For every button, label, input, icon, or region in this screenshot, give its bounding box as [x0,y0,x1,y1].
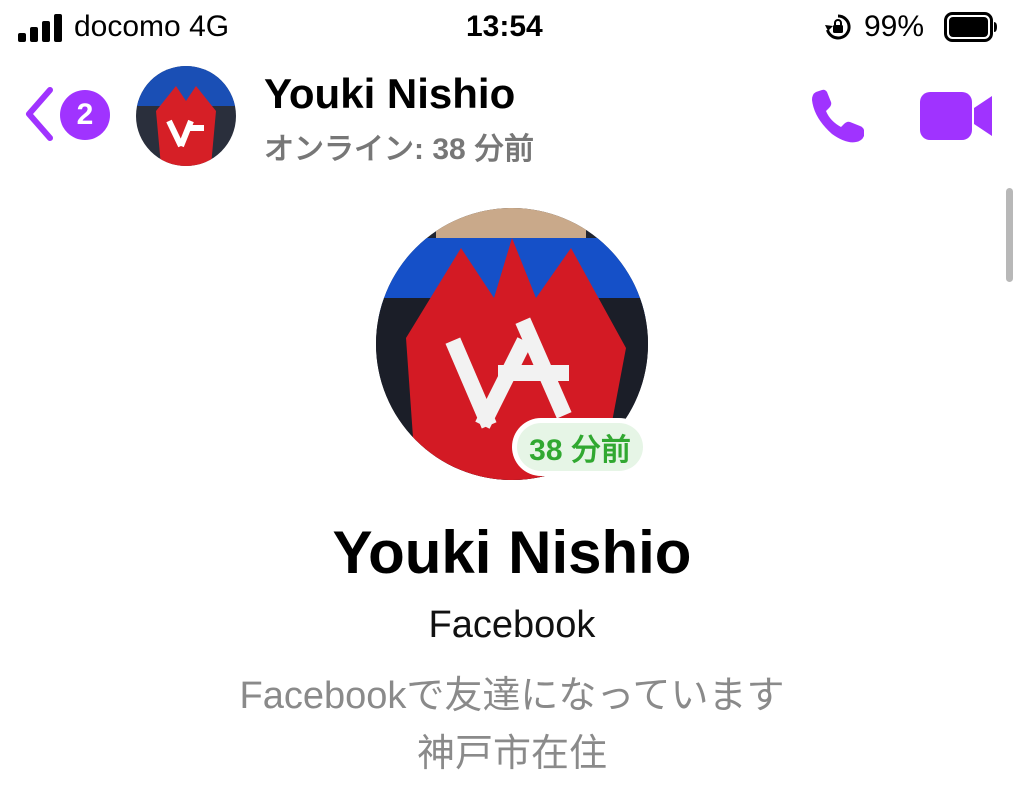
friend-status: Facebookで友達になっています [239,675,785,717]
status-bar: docomo 4G 13:54 99% [0,0,1024,58]
scrollbar[interactable] [1006,188,1013,282]
phone-icon[interactable] [806,84,870,148]
contact-avatar[interactable] [136,66,236,166]
signal-icon [18,14,64,42]
carrier-label: docomo 4G [74,10,230,43]
presence-status: オンライン: 38 分前 [264,133,535,166]
contact-name[interactable]: Youki Nishio [264,70,515,118]
battery-icon [944,12,997,42]
back-button[interactable]: 2 [22,84,112,146]
status-time: 13:54 [466,10,543,43]
battery-percent: 99% [864,10,925,43]
avatar-photo [136,66,236,166]
active-time-badge: 38 分前 [512,418,648,476]
unread-badge: 2 [60,90,110,140]
profile-location: 神戸市在住 [416,733,607,775]
video-camera-icon[interactable] [918,86,994,146]
back-chevron-icon [26,87,53,141]
active-time-label: 38 分前 [517,423,643,471]
profile-name: Youki Nishio [332,519,692,586]
orientation-lock-icon [825,14,851,40]
profile-source: Facebook [428,604,596,646]
